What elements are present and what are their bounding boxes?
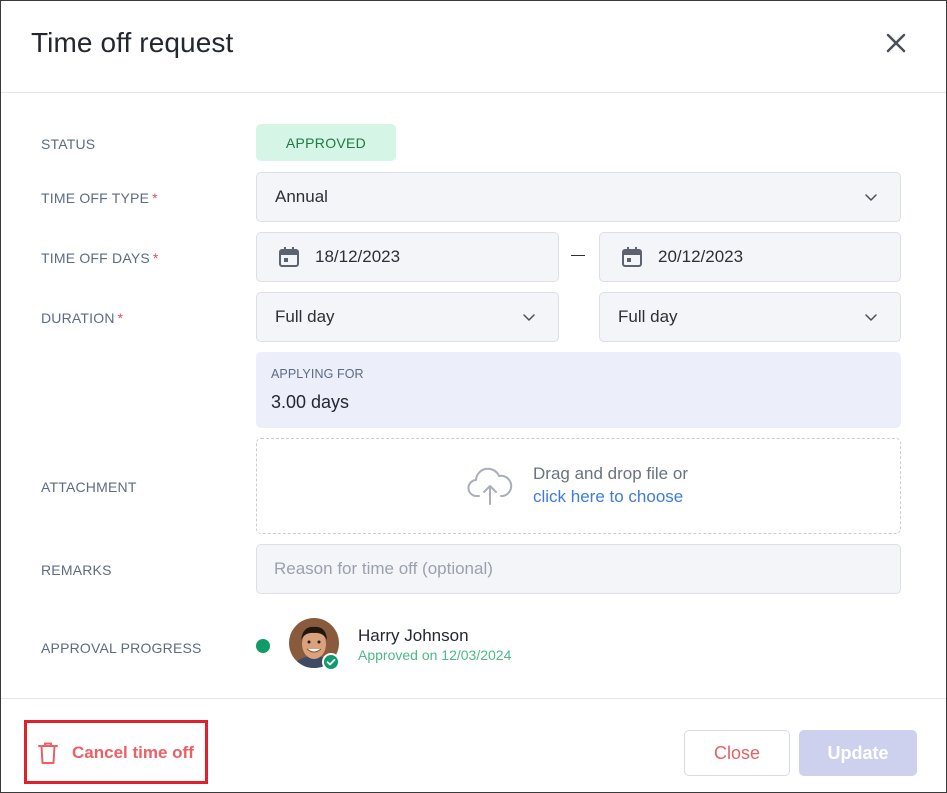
- dropzone-text: Drag and drop file or: [533, 464, 688, 483]
- end-duration-value: Full day: [618, 307, 678, 326]
- close-icon[interactable]: [884, 31, 908, 55]
- date-range-separator: [571, 255, 585, 256]
- footer-divider: [1, 698, 946, 699]
- time-off-type-label: TIME OFF TYPE *: [41, 190, 158, 206]
- dialog-title: Time off request: [31, 27, 234, 58]
- remarks-label: REMARKS: [41, 562, 112, 578]
- cloud-upload-icon: [467, 467, 513, 505]
- time-off-type-select[interactable]: Annual: [256, 172, 901, 222]
- update-button[interactable]: Update: [799, 730, 917, 776]
- attachment-dropzone[interactable]: Drag and drop file or click here to choo…: [256, 438, 901, 534]
- duration-label: DURATION *: [41, 310, 124, 326]
- choose-file-link[interactable]: click here to choose: [533, 487, 683, 507]
- chevron-down-icon: [865, 314, 877, 321]
- status-label: STATUS: [41, 136, 96, 152]
- time-off-dialog: Time off request STATUS APPROVED TIME OF…: [0, 0, 947, 793]
- applying-for-value: 3.00 days: [271, 392, 350, 412]
- applying-for-summary: APPLYING FOR 3.00 days: [256, 352, 901, 428]
- start-date-input[interactable]: 18/12/2023: [256, 232, 559, 282]
- calendar-icon: [279, 247, 299, 267]
- time-off-type-value: Annual: [275, 187, 328, 206]
- cancel-highlight-box: Cancel time off: [24, 720, 208, 784]
- approval-step-dot: [256, 639, 270, 653]
- start-date-value: 18/12/2023: [315, 247, 401, 266]
- close-button[interactable]: Close: [684, 730, 790, 776]
- cancel-time-off-button[interactable]: Cancel time off: [37, 741, 194, 765]
- attachment-label: ATTACHMENT: [41, 479, 137, 495]
- start-duration-value: Full day: [275, 307, 335, 326]
- trash-icon: [38, 742, 58, 764]
- dialog-header: Time off request: [1, 1, 946, 93]
- end-duration-select[interactable]: Full day: [599, 292, 901, 342]
- approver-name: Harry Johnson: [358, 626, 469, 645]
- end-date-input[interactable]: 20/12/2023: [599, 232, 901, 282]
- status-badge: APPROVED: [256, 124, 396, 161]
- chevron-down-icon: [865, 194, 877, 201]
- applying-for-label: APPLYING FOR: [271, 367, 364, 381]
- calendar-icon: [622, 247, 642, 267]
- approval-status: Approved on 12/03/2024: [358, 647, 512, 663]
- chevron-down-icon: [523, 314, 535, 321]
- approved-check-icon: [322, 653, 340, 671]
- end-date-value: 20/12/2023: [658, 247, 744, 266]
- remarks-input[interactable]: [256, 544, 901, 594]
- approval-progress-label: APPROVAL PROGRESS: [41, 640, 202, 656]
- cancel-time-off-label: Cancel time off: [72, 743, 194, 762]
- start-duration-select[interactable]: Full day: [256, 292, 559, 342]
- time-off-days-label: TIME OFF DAYS *: [41, 250, 159, 266]
